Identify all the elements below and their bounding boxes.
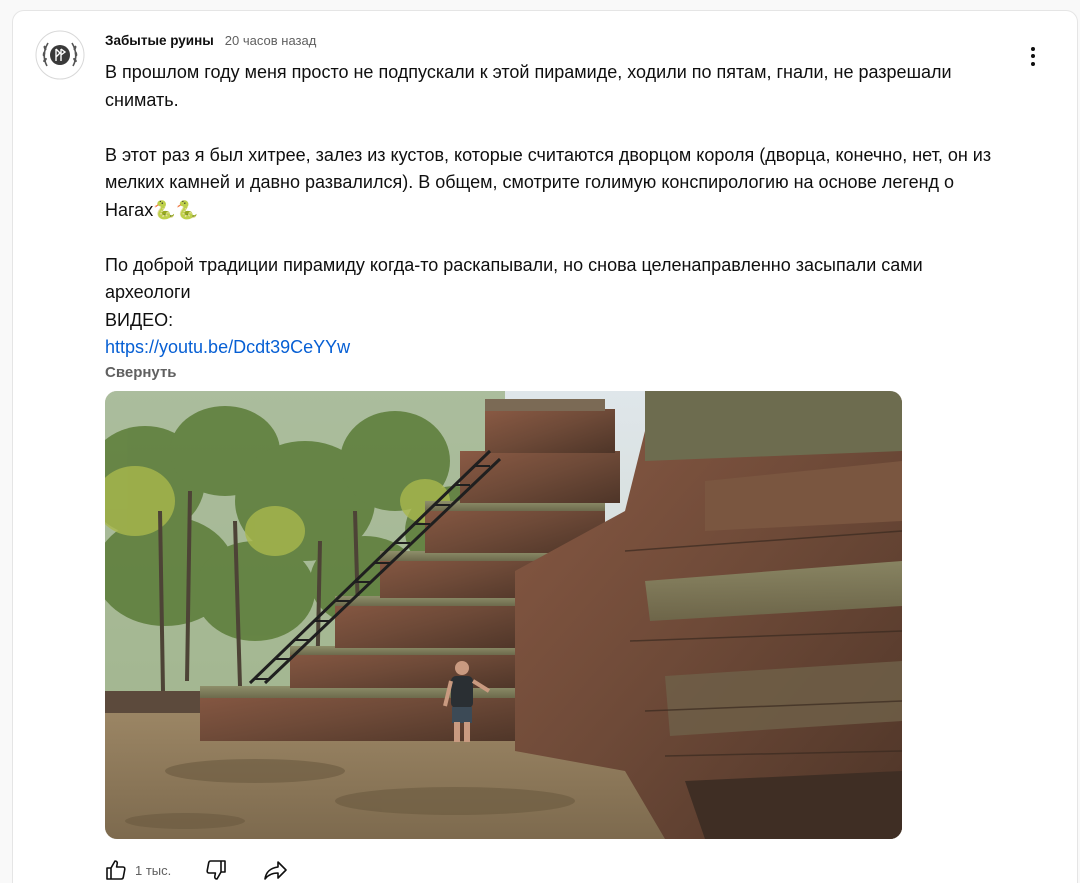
comment-paragraph: По доброй традиции пирамиду когда-то рас… (105, 254, 923, 303)
comment-paragraph: ВИДЕО: (105, 309, 174, 330)
comment-paragraph: В этот раз я был хитрее, залез из кустов… (105, 142, 1005, 225)
collapse-button[interactable]: Свернуть (105, 364, 177, 381)
more-vertical-icon-dot (1031, 54, 1035, 58)
thumb-down-icon (206, 860, 227, 880)
comment-paragraph-text: В этот раз я был хитрее, залез из кустов… (105, 144, 992, 220)
share-icon (264, 861, 288, 880)
laurel-logo-icon (35, 30, 85, 80)
thumb-up-icon (106, 860, 126, 880)
comment-paragraph: В прошлом году меня просто не подпускали… (105, 62, 952, 110)
pyramid-photo-image (105, 391, 902, 839)
like-button[interactable] (103, 857, 129, 883)
share-button[interactable] (263, 857, 289, 883)
more-vertical-icon-dot (1031, 61, 1035, 66)
like-count: 1 тыс. (135, 862, 172, 878)
more-actions-button[interactable] (1017, 40, 1049, 72)
comment-header: Забытые руины 20 часов назад (105, 33, 316, 51)
channel-avatar[interactable] (35, 30, 85, 80)
dislike-button[interactable] (203, 857, 229, 883)
comment-actions: 1 тыс. (103, 855, 289, 883)
comment-timestamp[interactable]: 20 часов назад (225, 33, 317, 48)
more-vertical-icon (1031, 46, 1035, 51)
comment-body: В прошлом году меня просто не подпускали… (105, 59, 1005, 362)
author-name[interactable]: Забытые руины (105, 33, 214, 48)
attached-photo[interactable] (105, 391, 902, 839)
snake-emoji: 🐍🐍 (153, 199, 199, 221)
video-link[interactable]: https://youtu.be/Dcdt39CeYYw (105, 337, 350, 357)
